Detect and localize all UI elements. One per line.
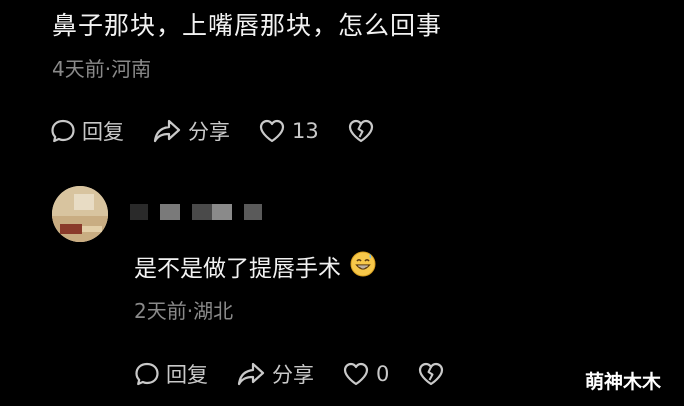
broken-heart-icon	[417, 361, 445, 387]
share-button[interactable]: 分享	[236, 359, 314, 389]
avatar[interactable]	[52, 186, 108, 242]
share-arrow-icon	[152, 118, 182, 144]
broken-heart-icon	[347, 118, 375, 144]
watermark: 萌神木木	[585, 371, 662, 393]
like-count: 13	[292, 119, 319, 143]
share-button[interactable]: 分享	[152, 116, 230, 146]
mosaic-block	[130, 204, 148, 220]
share-arrow-icon	[236, 361, 266, 387]
comment-meta: 4天前·河南	[52, 57, 152, 81]
mosaic-block	[244, 204, 262, 220]
comment-text: 鼻子那块，上嘴唇那块，怎么回事	[52, 11, 443, 40]
like-button[interactable]: 0	[342, 361, 389, 387]
share-label: 分享	[188, 120, 230, 144]
reply-label: 回复	[166, 363, 208, 387]
reply-actions: 回复 分享 0	[134, 359, 473, 389]
dislike-button[interactable]	[347, 118, 375, 144]
share-label: 分享	[272, 363, 314, 387]
heart-icon	[258, 118, 286, 144]
reply-text-row: 是不是做了提唇手术	[134, 250, 377, 288]
like-button[interactable]: 13	[258, 118, 319, 144]
mosaic-block	[212, 204, 232, 220]
heart-icon	[342, 361, 370, 387]
like-count: 0	[376, 362, 390, 386]
reply-button[interactable]: 回复	[134, 359, 208, 389]
comment-actions: 回复 分享 13	[50, 116, 403, 146]
avatar-image	[52, 186, 108, 242]
username-mosaic	[130, 204, 274, 220]
comment-bubble-icon	[134, 361, 160, 387]
reply-label: 回复	[82, 120, 124, 144]
dislike-button[interactable]	[417, 361, 445, 387]
grinning-sweat-emoji	[349, 250, 377, 288]
reply-meta: 2天前·湖北	[134, 299, 234, 323]
mosaic-block	[160, 204, 180, 220]
mosaic-block	[192, 204, 212, 220]
reply-text: 是不是做了提唇手术	[134, 256, 341, 282]
reply-button[interactable]: 回复	[50, 116, 124, 146]
comment-bubble-icon	[50, 118, 76, 144]
